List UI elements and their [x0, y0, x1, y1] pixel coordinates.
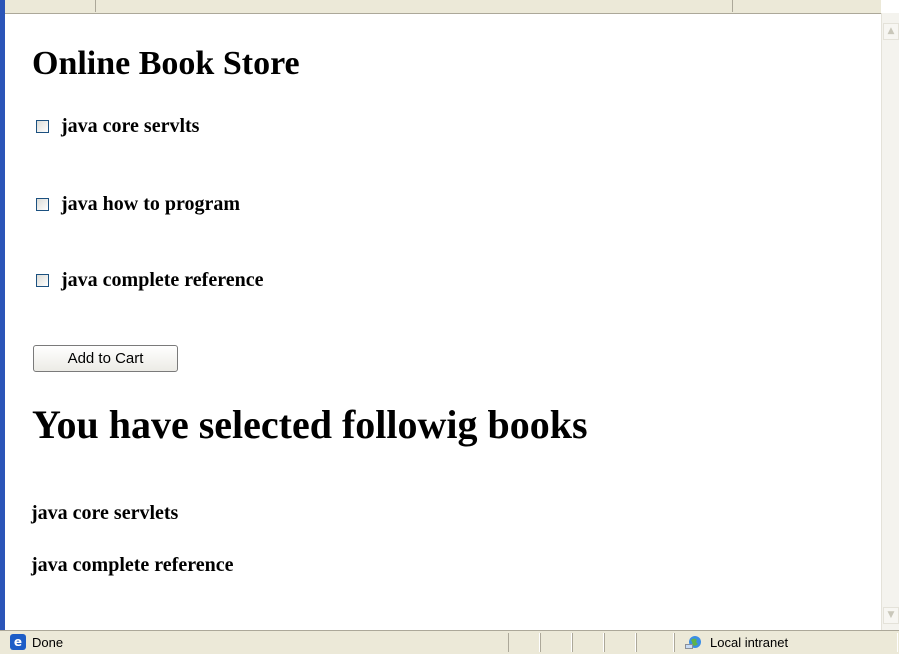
- status-text: Done: [32, 635, 64, 650]
- status-bar: e Done Local intranet: [0, 630, 899, 654]
- book-label: java how to program: [61, 192, 241, 215]
- scroll-down-arrow-icon[interactable]: ▼: [883, 607, 899, 624]
- local-intranet-icon: [685, 636, 701, 649]
- book-label: java core servlts: [61, 114, 200, 137]
- toolbar-divider: [95, 0, 96, 12]
- zone-text: Local intranet: [710, 635, 789, 650]
- status-pane: [636, 633, 674, 652]
- scroll-up-arrow-icon[interactable]: ▲: [883, 23, 899, 40]
- selected-book-item: java complete reference: [31, 554, 234, 576]
- status-pane: [540, 633, 572, 652]
- status-pane: [572, 633, 604, 652]
- vertical-scrollbar[interactable]: ▲ ▼: [881, 13, 899, 630]
- browser-window: Online Book Store java core servlts java…: [0, 0, 899, 654]
- page-content: Online Book Store java core servlts java…: [5, 14, 881, 630]
- book-option: java how to program: [36, 191, 240, 217]
- add-to-cart-button[interactable]: Add to Cart: [33, 345, 178, 372]
- book-checkbox[interactable]: [36, 197, 49, 211]
- book-option: java core servlts: [36, 113, 199, 139]
- book-label: java complete reference: [61, 268, 264, 291]
- book-checkbox[interactable]: [36, 119, 49, 133]
- status-pane: [604, 633, 636, 652]
- status-pane: [508, 633, 540, 652]
- selected-books-heading: You have selected followig books: [32, 402, 588, 447]
- ie-page-icon: e: [10, 634, 26, 650]
- toolbar-divider: [732, 0, 733, 12]
- selected-book-item: java core servlets: [31, 502, 179, 524]
- book-option: java complete reference: [36, 267, 264, 293]
- book-checkbox[interactable]: [36, 273, 49, 287]
- browser-toolbar-edge: [5, 0, 881, 14]
- page-title: Online Book Store: [32, 45, 300, 82]
